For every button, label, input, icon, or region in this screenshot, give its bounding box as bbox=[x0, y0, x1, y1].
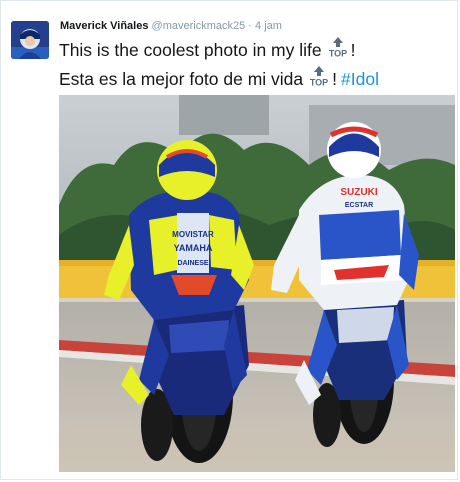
avatar[interactable] bbox=[11, 21, 49, 59]
svg-text:ECSTAR: ECSTAR bbox=[345, 202, 373, 209]
tweet-line-2-text: Esta es la mejor foto de mi vida bbox=[59, 69, 304, 89]
separator-dot: · bbox=[248, 20, 252, 32]
tweet-line-2-end: ! bbox=[332, 69, 338, 89]
tweet-line-1-text: This is the coolest photo in my life bbox=[59, 40, 322, 60]
svg-text:SUZUKI: SUZUKI bbox=[340, 187, 377, 198]
top-emoji-icon: TOP bbox=[307, 65, 331, 94]
author-handle[interactable]: @maverickmack25 bbox=[152, 20, 246, 32]
top-emoji-label: TOP bbox=[328, 49, 346, 59]
hashtag-link[interactable]: #Idol bbox=[341, 67, 379, 92]
svg-text:DAINESE: DAINESE bbox=[177, 260, 208, 267]
author-name[interactable]: Maverick Viñales bbox=[60, 20, 148, 32]
tweet-text: This is the coolest photo in my life TOP… bbox=[59, 36, 454, 94]
tweet-header: Maverick Viñales @maverickmack25 · 4 jam bbox=[60, 20, 282, 32]
tweet-line-1: This is the coolest photo in my life TOP… bbox=[59, 36, 454, 65]
tweet-photo[interactable]: MOVISTAR YAMAHA DAINESE ALPINESTARS SUZU… bbox=[59, 95, 455, 472]
svg-text:MOVISTAR: MOVISTAR bbox=[172, 230, 214, 239]
tweet-line-1-end: ! bbox=[350, 40, 356, 60]
tweet-timestamp[interactable]: 4 jam bbox=[255, 20, 282, 32]
tweet-line-2: Esta es la mejor foto de mi vida TOP ! #… bbox=[59, 65, 454, 94]
top-emoji-label: TOP bbox=[310, 78, 328, 88]
svg-text:YAMAHA: YAMAHA bbox=[174, 243, 213, 253]
top-emoji-icon: TOP bbox=[326, 36, 350, 65]
